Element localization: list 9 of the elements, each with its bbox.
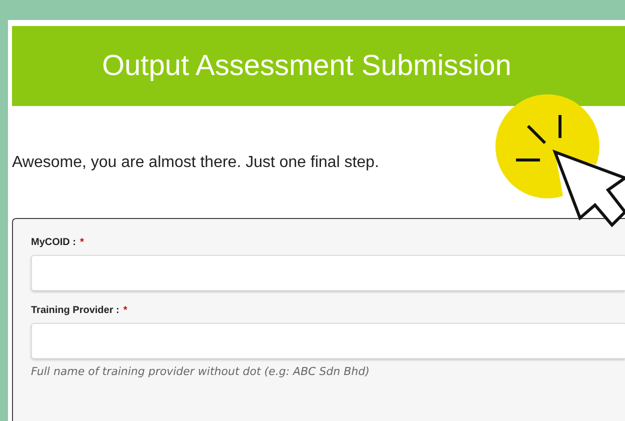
intro-text: Awesome, you are almost there. Just one final step. [12, 154, 380, 172]
required-asterisk: * [80, 237, 84, 248]
field-label: MyCOID : [31, 237, 76, 248]
input-field[interactable] [31, 255, 625, 291]
field-label: Training Provider : [31, 305, 120, 316]
help-text: Full name of training provider without dot (e.g: ABC Sdn Bhd) [31, 365, 371, 378]
input-field[interactable] [31, 323, 625, 359]
required-asterisk: * [123, 305, 128, 316]
page-title: Output Assessment Submission [102, 50, 512, 82]
